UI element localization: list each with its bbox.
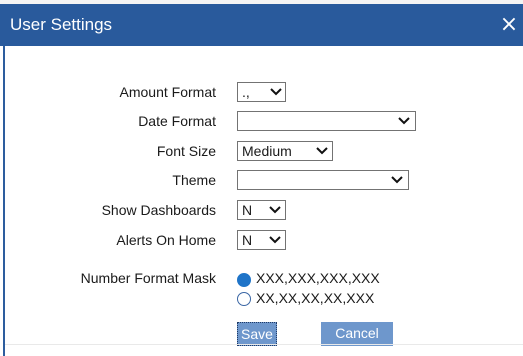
show-dashboards-value: N: [242, 202, 253, 218]
number-format-mask-label: Number Format Mask: [80, 270, 216, 286]
mask-option-2-radio[interactable]: [237, 292, 251, 306]
font-size-label: Font Size: [156, 143, 216, 159]
dialog-bottom-divider: [5, 344, 523, 345]
date-format-select[interactable]: [237, 111, 416, 131]
cancel-button[interactable]: Cancel: [321, 322, 393, 346]
show-dashboards-select[interactable]: N: [237, 200, 286, 220]
font-size-select[interactable]: Medium: [237, 141, 333, 161]
mask-option-1-radio[interactable]: [237, 273, 251, 287]
alerts-on-home-value: N: [242, 232, 253, 248]
close-icon[interactable]: ×: [498, 12, 520, 38]
amount-format-label: Amount Format: [119, 84, 216, 100]
date-format-label: Date Format: [138, 113, 216, 129]
theme-label: Theme: [172, 172, 216, 188]
dialog-titlebar: User Settings ×: [0, 4, 523, 46]
font-size-value: Medium: [242, 143, 292, 159]
amount-format-value: .,: [242, 84, 250, 100]
theme-select[interactable]: [237, 170, 409, 190]
alerts-on-home-label: Alerts On Home: [116, 232, 216, 248]
show-dashboards-label: Show Dashboards: [101, 202, 216, 218]
save-button[interactable]: Save: [237, 322, 277, 346]
chevron-down-icon: [398, 117, 410, 125]
chevron-down-icon: [269, 206, 281, 214]
dialog-title: User Settings: [10, 15, 113, 34]
mask-option-1-label: XXX,XXX,XXX,XXX: [256, 270, 380, 286]
chevron-down-icon: [391, 176, 403, 184]
alerts-on-home-select[interactable]: N: [237, 230, 286, 250]
amount-format-select[interactable]: .,: [237, 82, 286, 102]
mask-option-2-label: XX,XX,XX,XX,XXX: [256, 290, 375, 306]
chevron-down-icon: [316, 147, 328, 155]
chevron-down-icon: [270, 88, 282, 96]
chevron-down-icon: [269, 236, 281, 244]
